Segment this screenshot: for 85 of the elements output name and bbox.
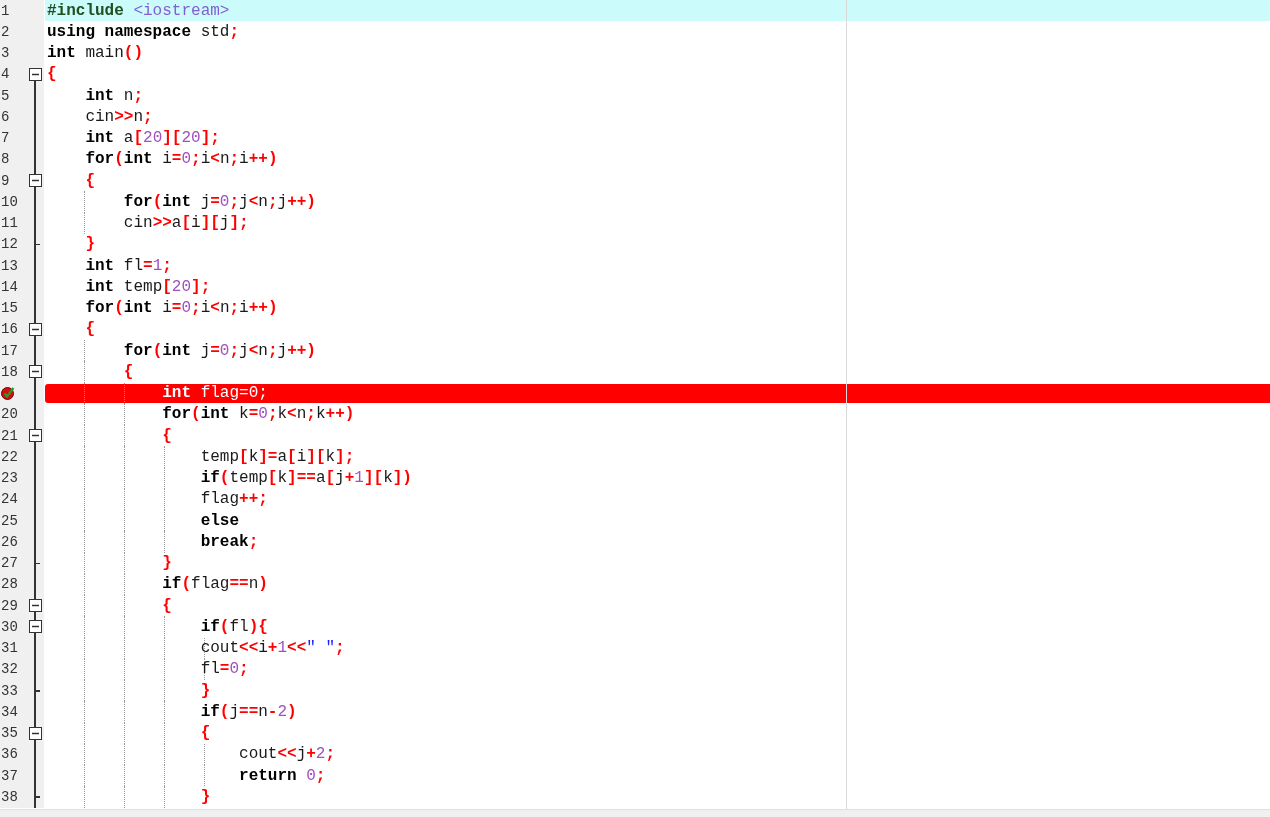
line-number: 2: [1, 24, 10, 39]
line-number: 37: [1, 768, 18, 783]
line-number: 13: [1, 258, 18, 273]
fold-minus-icon[interactable]: [28, 365, 42, 379]
horizontal-scrollbar[interactable]: [0, 809, 1270, 817]
line-number: 20: [1, 407, 18, 422]
fold-minus-icon[interactable]: [28, 726, 42, 740]
line-number: 18: [1, 364, 18, 379]
line-number: 7: [1, 131, 10, 146]
code-line: temp[k]=a[i][k];: [199, 448, 355, 465]
code-line: }: [161, 555, 172, 572]
line-number: 3: [1, 46, 10, 61]
code-line: int a[20][20];: [84, 130, 220, 147]
code-line: flag++;: [199, 491, 268, 508]
line-number: 4: [1, 67, 10, 82]
code-line: int n;: [84, 87, 144, 104]
line-number: 11: [1, 216, 18, 231]
line-number: 8: [1, 152, 10, 167]
code-line: for(int k=0;k<n;k++): [161, 406, 355, 423]
code-line: else: [199, 512, 240, 529]
code-line: {: [84, 172, 95, 189]
code-line: cout<<i+1<<" ";: [199, 640, 345, 657]
fold-minus-icon[interactable]: [28, 599, 42, 613]
line-number: 30: [1, 619, 18, 634]
code-line: {: [84, 321, 95, 338]
line-number: 36: [1, 747, 18, 762]
code-line: {: [199, 725, 211, 742]
code-line: for(int i=0;i<n;i++): [84, 300, 278, 317]
line-number: 34: [1, 704, 18, 719]
line-number: 27: [1, 556, 18, 571]
code-line: #include <iostream>: [47, 2, 230, 19]
line-number: 25: [1, 513, 18, 528]
code-line: using namespace std;: [47, 23, 240, 40]
line-number: 17: [1, 343, 18, 358]
line-number: 15: [1, 301, 18, 316]
line-number: 29: [1, 598, 18, 613]
code-line: {: [47, 66, 57, 83]
fold-minus-icon[interactable]: [28, 322, 42, 336]
fold-minus-icon[interactable]: [28, 174, 42, 188]
fold-minus-icon[interactable]: [28, 67, 42, 81]
line-number: 5: [1, 88, 10, 103]
code-line: for(int j=0;j<n;j++): [122, 342, 316, 359]
code-line: int main(): [47, 45, 144, 62]
line-number: 16: [1, 322, 18, 337]
code-line: {: [122, 363, 134, 380]
line-number: 38: [1, 789, 18, 804]
line-number: 9: [1, 173, 10, 188]
code-line: cin>>n;: [84, 108, 153, 125]
code-line: int fl=1;: [84, 257, 172, 274]
fold-minus-icon[interactable]: [28, 620, 42, 634]
code-line: {: [161, 597, 172, 614]
code-line: break;: [199, 533, 259, 550]
code-line: int temp[20];: [84, 278, 211, 295]
code-line: if(temp[k]==a[j+1][k]): [199, 470, 412, 487]
code-line: int flag=0;: [161, 385, 268, 402]
line-number: 10: [1, 194, 18, 209]
fold-minus-icon[interactable]: [28, 429, 42, 443]
line-number: 23: [1, 471, 18, 486]
line-number: 33: [1, 683, 18, 698]
code-line: cout<<j+2;: [238, 746, 336, 763]
line-number: 6: [1, 109, 10, 124]
line-number: 32: [1, 662, 18, 677]
code-line: for(int j=0;j<n;j++): [122, 193, 316, 210]
code-line: }: [199, 788, 211, 805]
line-number: 31: [1, 641, 18, 656]
code-line: }: [199, 682, 211, 699]
code-line: if(j==n-2): [199, 703, 297, 720]
line-number: 14: [1, 279, 18, 294]
code-line: cin>>a[i][j];: [122, 215, 249, 232]
line-number: 21: [1, 428, 18, 443]
code-line: for(int i=0;i<n;i++): [84, 151, 278, 168]
code-line: if(fl){: [199, 618, 268, 635]
line-number: 26: [1, 534, 18, 549]
line-number: 35: [1, 726, 18, 741]
line-number: 12: [1, 237, 18, 252]
code-line: fl=0;: [199, 661, 249, 678]
line-number: 1: [1, 3, 10, 18]
line-number: 24: [1, 492, 18, 507]
line-number: 22: [1, 449, 18, 464]
breakpoint-icon[interactable]: [1, 386, 15, 401]
line-number: 28: [1, 577, 18, 592]
code-line: return 0;: [238, 767, 326, 784]
code-line: }: [84, 236, 95, 253]
code-line: if(flag==n): [161, 576, 268, 593]
code-line: {: [161, 427, 172, 444]
